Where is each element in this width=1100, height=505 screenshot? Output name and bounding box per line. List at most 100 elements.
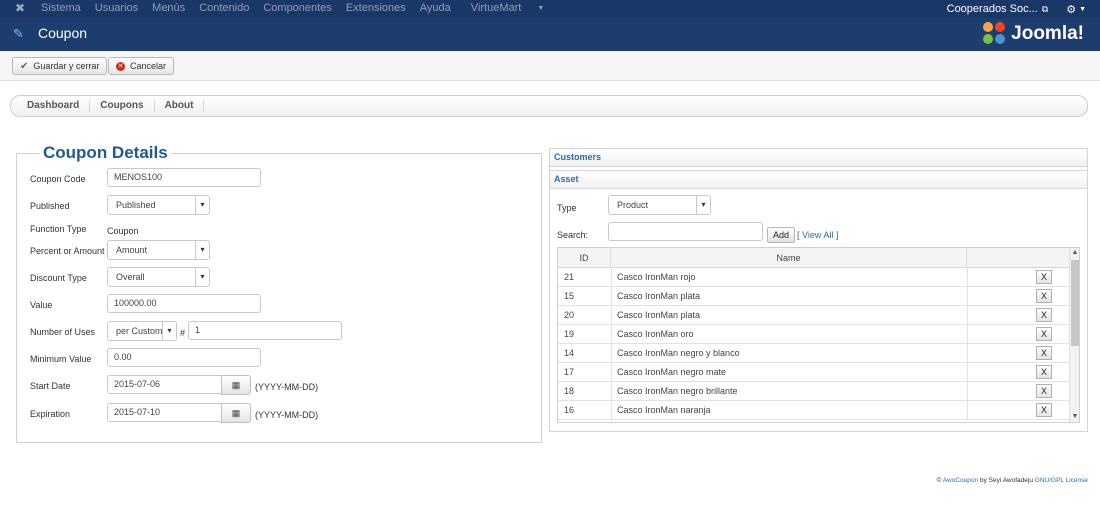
chevron-down-icon: ▾ <box>195 196 209 214</box>
column-divider <box>611 382 612 401</box>
footer-credits: © AwoCoupon by Seyi Awofadeju GNU/GPL Li… <box>937 477 1088 484</box>
table-row: 21 Casco IronMan rojo X <box>558 268 1069 287</box>
remove-row-button[interactable]: X <box>1036 289 1052 303</box>
tab-about[interactable]: About <box>155 100 205 112</box>
discount-type-select[interactable]: Overall ▾ <box>107 267 210 287</box>
column-divider <box>611 268 612 287</box>
column-header-id[interactable]: ID <box>558 248 611 268</box>
chevron-down-icon: ▾ <box>195 241 209 259</box>
row-name: Casco IronMan oro <box>617 329 694 339</box>
remove-row-button[interactable]: X <box>1036 327 1052 341</box>
discount-type-value: Overall <box>116 272 145 282</box>
menu-item-componentes[interactable]: Componentes <box>263 0 332 18</box>
menu-item-extensiones[interactable]: Extensiones <box>346 0 406 18</box>
admin-menu: Sistema Usuarios Menús Contenido Componentes… <box>41 0 572 18</box>
joomla-logo-text: Joomla! <box>1011 23 1084 44</box>
view-all-link[interactable]: [ View All ] <box>797 230 838 240</box>
row-id: 20 <box>564 310 575 320</box>
row-name: Casco IronMan plata <box>617 310 701 320</box>
joomla-logo: Joomla! <box>983 22 1084 46</box>
row-id: 16 <box>564 405 575 415</box>
asset-type-value: Product <box>617 200 649 210</box>
column-divider <box>967 382 968 401</box>
start-date-input[interactable]: 2015-07-06 <box>107 375 222 394</box>
menu-item-usuarios[interactable]: Usuarios <box>95 0 138 18</box>
row-name: Casco IronMan negro y blanco <box>617 348 740 358</box>
tab-dashboard[interactable]: Dashboard <box>17 100 91 112</box>
percent-amount-select[interactable]: Amount ▾ <box>107 240 210 260</box>
customers-header[interactable]: Customers <box>549 148 1088 167</box>
calendar-icon: ▦ <box>231 408 241 418</box>
scrollbar-thumb[interactable] <box>1071 260 1079 346</box>
menu-item-virtuemart-label: VirtueMart <box>470 2 522 14</box>
joomla-logo-mark <box>983 22 1007 46</box>
number-of-uses-label: Number of Uses <box>30 327 96 337</box>
minimum-value-input[interactable]: 0.00 <box>107 348 261 367</box>
number-of-uses-input[interactable]: 1 <box>188 321 342 340</box>
save-close-label: Guardar y cerrar <box>33 61 100 71</box>
menu-item-ayuda[interactable]: Ayuda <box>420 0 451 18</box>
value-input[interactable]: 100000.00 <box>107 294 261 313</box>
row-id: 15 <box>564 291 575 301</box>
cancel-button[interactable]: ✕ Cancelar <box>108 57 175 75</box>
start-date-label: Start Date <box>30 381 71 391</box>
save-close-button[interactable]: ✔ Guardar y cerrar <box>12 57 108 75</box>
menu-item-contenido[interactable]: Contenido <box>199 0 249 18</box>
column-divider <box>967 363 968 382</box>
scroll-down-icon[interactable]: ▼ <box>1070 412 1079 422</box>
expiration-input[interactable]: 2015-07-10 <box>107 403 222 422</box>
remove-row-button[interactable]: X <box>1036 308 1052 322</box>
remove-row-button[interactable]: X <box>1036 403 1052 417</box>
asset-table: ID Name 21 Casco IronMan rojo X 15 Casco Iro… <box>557 247 1080 423</box>
expiration-format-hint: (YYYY-MM-DD) <box>255 410 319 420</box>
coupon-details-legend: Coupon Details <box>40 143 171 163</box>
license-link[interactable]: GNU/GPL License <box>1035 477 1088 484</box>
percent-amount-value: Amount <box>116 245 148 255</box>
column-divider <box>611 287 612 306</box>
published-select[interactable]: Published ▾ <box>107 195 210 215</box>
expiration-label: Expiration <box>30 409 71 419</box>
menu-item-sistema[interactable]: Sistema <box>41 0 81 18</box>
table-row: 20 Casco IronMan plata X <box>558 306 1069 325</box>
joomla-icon[interactable]: ✖ <box>13 1 27 15</box>
scroll-up-icon[interactable]: ▲ <box>1070 248 1079 258</box>
column-divider <box>611 325 612 344</box>
remove-row-button[interactable]: X <box>1036 346 1052 360</box>
start-date-calendar-button[interactable]: ▦ <box>221 375 251 395</box>
remove-row-button[interactable]: X <box>1036 365 1052 379</box>
coupon-code-input[interactable]: MENOS100 <box>107 168 261 187</box>
column-divider <box>611 363 612 382</box>
column-divider <box>967 401 968 420</box>
minimum-value-label: Minimum Value <box>30 354 92 364</box>
menu-item-men-s[interactable]: Menús <box>152 0 185 18</box>
chevron-down-icon: ▾ <box>162 322 176 340</box>
external-link-icon[interactable]: ⧉ <box>1042 4 1048 15</box>
row-name: Casco IronMan rojo <box>617 272 696 282</box>
column-divider <box>967 325 968 344</box>
gear-icon[interactable]: ⚙ <box>1066 3 1076 16</box>
page-title: Coupon <box>38 25 88 41</box>
number-of-uses-select[interactable]: per Custom ▾ <box>107 321 177 341</box>
column-divider <box>611 344 612 363</box>
asset-type-select[interactable]: Product ▾ <box>608 195 711 215</box>
row-name: Casco IronMan naranja <box>617 405 711 415</box>
chevron-down-icon[interactable]: ▼ <box>1079 6 1086 13</box>
search-input[interactable] <box>608 222 763 241</box>
product-link[interactable]: AwoCoupon <box>943 477 978 484</box>
asset-header[interactable]: Asset <box>549 170 1088 189</box>
tab-coupons[interactable]: Coupons <box>90 100 155 112</box>
hash-label: # <box>180 328 186 338</box>
remove-row-button[interactable]: X <box>1036 384 1052 398</box>
cancel-icon: ✕ <box>116 61 125 71</box>
user-area: Cooperados Soc... ⧉ ⚙ ▼ <box>947 0 1086 18</box>
column-header-name[interactable]: Name <box>611 248 967 268</box>
expiration-calendar-button[interactable]: ▦ <box>221 403 251 423</box>
column-divider <box>967 287 968 306</box>
remove-row-button[interactable]: X <box>1036 270 1052 284</box>
add-button[interactable]: Add <box>767 227 796 243</box>
site-name-link[interactable]: Cooperados Soc... <box>947 3 1038 15</box>
table-row: 16 Casco IronMan naranja X <box>558 401 1069 420</box>
table-scrollbar[interactable]: ▲ ▼ <box>1069 248 1079 422</box>
menu-item-virtuemart[interactable]: VirtueMart ▼ <box>471 0 558 18</box>
chevron-down-icon: ▼ <box>537 5 545 12</box>
